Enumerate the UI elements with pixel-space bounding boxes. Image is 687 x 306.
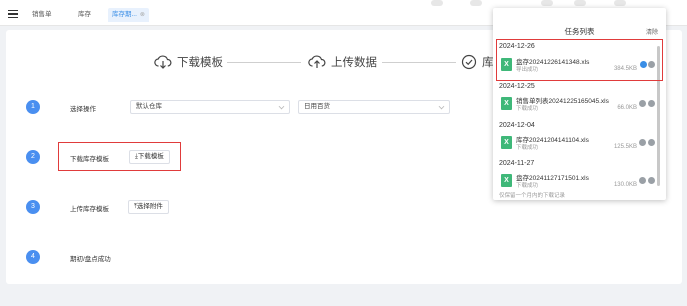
tab-inventory[interactable]: 库存 (74, 8, 95, 22)
chevron-down-icon (438, 103, 445, 110)
excel-file-icon: X (501, 136, 512, 149)
menu-icon[interactable] (8, 10, 18, 19)
panel-title: 任务列表 (564, 27, 595, 36)
cloud-upload-icon (308, 55, 326, 68)
chevron-down-icon (278, 103, 285, 110)
step-number-1: 1 (26, 100, 40, 114)
toolbar-icon[interactable] (470, 0, 482, 6)
toolbar-icon[interactable] (541, 0, 553, 6)
check-circle-icon (461, 54, 477, 70)
tab-sales-order[interactable]: 销售单 (28, 8, 56, 22)
close-icon[interactable]: ⊗ (140, 8, 145, 22)
task-status: 下载成功 (516, 183, 539, 189)
cloud-download-icon (154, 55, 172, 69)
panel-footer-note: 仅保留一个月内的下载记录 (499, 193, 566, 199)
select-attachment-button[interactable]: ⤒选择附件 (128, 200, 169, 214)
task-item: X 盘存20241226141348.xls 导出成功 384.5KB (499, 53, 659, 79)
delete-icon[interactable] (648, 100, 655, 107)
download-icon[interactable] (640, 61, 647, 68)
step-download-template: 下载模板 (154, 52, 223, 72)
download-icon[interactable] (639, 177, 646, 184)
warehouse-select-value: 默认仓库 (136, 103, 162, 110)
category-select[interactable]: 日用百货 (298, 100, 450, 114)
task-file-size: 384.5KB (613, 66, 637, 72)
task-file-size: 66.0KB (617, 105, 637, 111)
toolbar-icon[interactable] (431, 0, 443, 6)
download-icon[interactable] (639, 100, 646, 107)
task-list-panel: 任务列表 清除 2024-12-26 X 盘存20241226141348.xl… (493, 8, 666, 200)
step-number-3: 3 (26, 200, 40, 214)
category-select-value: 日用百货 (304, 103, 330, 110)
step-divider (227, 62, 301, 63)
tab-inventory-period[interactable]: 库存期... ⊗ (108, 8, 149, 22)
delete-icon[interactable] (648, 139, 655, 146)
task-item: X 库存20241204141104.xls 下载成功 125.5KB (499, 131, 659, 157)
step-label: 下载模板 (177, 57, 223, 69)
task-file-size: 130.0KB (613, 182, 637, 188)
clear-button[interactable]: 清除 (646, 27, 658, 36)
task-status: 下载成功 (516, 106, 539, 112)
step-divider (382, 62, 456, 63)
step-number-2: 2 (26, 150, 40, 164)
row-label-upload-template: 上传库存模板 (70, 206, 109, 213)
row-label-success: 期初/盘点成功 (70, 256, 111, 263)
excel-file-icon: X (501, 174, 512, 187)
toolbar-icon[interactable] (574, 0, 586, 6)
tab-label: 销售单 (32, 11, 52, 18)
download-icon[interactable] (639, 139, 646, 146)
tab-label: 库存 (78, 11, 91, 18)
task-file-size: 125.5KB (613, 144, 637, 150)
warehouse-select[interactable]: 默认仓库 (130, 100, 290, 114)
toolbar-icon[interactable] (614, 0, 626, 6)
delete-icon[interactable] (648, 177, 655, 184)
tab-label: 库存期... (112, 11, 137, 18)
row-label-select-operation: 选择操作 (70, 106, 96, 113)
task-status: 导出成功 (516, 67, 539, 73)
row-label-download-template: 下载库存模板 (70, 156, 109, 163)
task-date: 2024-12-04 (499, 122, 535, 129)
task-item: X 销售单列表20241225165045.xls 下载成功 66.0KB (499, 92, 659, 118)
task-date: 2024-12-26 (499, 43, 535, 50)
task-date: 2024-11-27 (499, 160, 535, 167)
step-upload-data: 上传数据 (308, 52, 377, 72)
excel-file-icon: X (501, 58, 512, 71)
task-date: 2024-12-25 (499, 83, 535, 90)
download-template-button[interactable]: ⤓下载模板 (129, 150, 170, 164)
step-number-4: 4 (26, 250, 40, 264)
task-status: 下载成功 (516, 145, 539, 151)
delete-icon[interactable] (648, 61, 655, 68)
excel-file-icon: X (501, 97, 512, 110)
step-label: 上传数据 (331, 57, 377, 69)
